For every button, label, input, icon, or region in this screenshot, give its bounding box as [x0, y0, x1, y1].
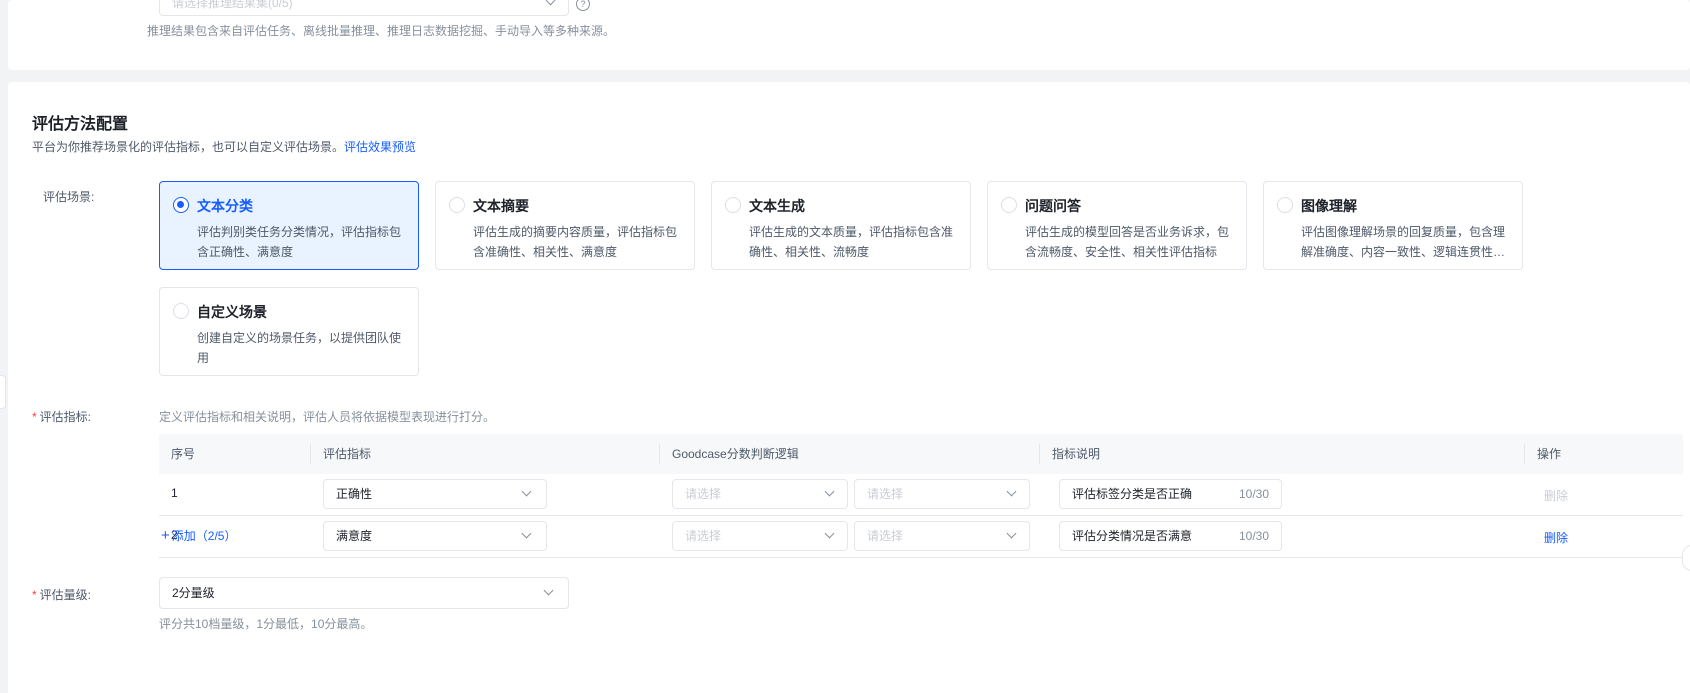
column-header-index: 序号	[171, 447, 196, 461]
level-hint: 评分共10档量级，1分最低，10分最高。	[159, 617, 373, 631]
scene-option-image-understanding[interactable]: 图像理解 评估图像理解场景的回复质量，包含理解准确度、内容一致性、逻辑连贯性、图…	[1263, 181, 1523, 270]
radio-unchecked-icon[interactable]	[1001, 197, 1017, 213]
inference-result-placeholder: 请选择推理结果集(0/5)	[172, 0, 293, 10]
radio-unchecked-icon[interactable]	[173, 303, 189, 319]
chevron-down-icon	[543, 585, 554, 596]
goodcase-logic-placeholder: 请选择	[685, 529, 722, 543]
scene-desc: 评估判别类任务分类情况，评估指标包含正确性、满意度	[197, 225, 402, 259]
scene-title: 问题问答	[1025, 198, 1081, 214]
goodcase-value-placeholder: 请选择	[867, 487, 904, 501]
column-header-goodcase-logic: Goodcase分数判断逻辑	[672, 447, 799, 461]
scene-option-custom[interactable]: 自定义场景 创建自定义的场景任务，以提供团队使用	[159, 287, 419, 376]
inference-hint: 推理结果包含来自评估任务、离线批量推理、推理日志数据挖掘、手动导入等多种来源。	[147, 24, 616, 38]
radio-checked-icon[interactable]	[173, 197, 189, 213]
goodcase-logic-select[interactable]: 请选择	[672, 479, 848, 509]
level-label: * 评估量级:	[32, 586, 91, 603]
scene-option-text-summary[interactable]: 文本摘要 评估生成的摘要内容质量，评估指标包含准确性、相关性、满意度	[435, 181, 695, 270]
scene-option-text-generation[interactable]: 文本生成 评估生成的文本质量，评估指标包含准确性、相关性、流畅度	[711, 181, 971, 270]
scene-option-qa[interactable]: 问题问答 评估生成的模型回答是否业务诉求，包含流畅度、安全性、相关性评估指标	[987, 181, 1247, 270]
radio-unchecked-icon[interactable]	[1277, 197, 1293, 213]
metric-select-value: 正确性	[336, 487, 373, 501]
delete-button[interactable]: 删除	[1544, 487, 1568, 504]
chevron-down-icon	[521, 528, 532, 539]
chevron-down-icon	[521, 486, 532, 497]
scene-desc: 评估图像理解场景的回复质量，包含理解准确度、内容一致性、逻辑连贯性、图文相关性等…	[1301, 225, 1506, 259]
section-title: 评估方法配置	[32, 116, 129, 133]
evaluation-method-section: 评估方法配置 平台为你推荐场景化的评估指标，也可以自定义评估场景。评估效果预览 …	[8, 82, 1690, 693]
side-collapse-handle[interactable]	[0, 375, 6, 409]
table-row: 2 满意度 请选择 请选择 评估分类情况是否满意 10/30 删除	[159, 516, 1683, 558]
section-desc-text: 平台为你推荐场景化的评估指标，也可以自定义评估场景。	[32, 140, 345, 154]
required-mark: *	[32, 588, 37, 602]
chevron-down-icon	[824, 486, 835, 497]
metric-select-value: 满意度	[336, 529, 373, 543]
goodcase-value-select[interactable]: 请选择	[854, 521, 1030, 551]
plus-icon: +	[161, 527, 170, 544]
level-select[interactable]: 2分量级	[159, 577, 569, 609]
level-select-value: 2分量级	[172, 586, 215, 600]
help-icon[interactable]: ?	[576, 0, 590, 11]
metric-select[interactable]: 满意度	[323, 521, 547, 551]
chevron-down-icon	[545, 0, 556, 6]
scene-desc: 评估生成的文本质量，评估指标包含准确性、相关性、流畅度	[749, 225, 954, 259]
scene-title: 文本摘要	[473, 198, 529, 214]
scene-title: 自定义场景	[197, 304, 267, 320]
section-description: 平台为你推荐场景化的评估指标，也可以自定义评估场景。评估效果预览	[32, 138, 416, 155]
delete-button[interactable]: 删除	[1544, 529, 1568, 546]
scene-title: 文本分类	[197, 198, 253, 214]
row-index: 1	[171, 486, 178, 500]
goodcase-logic-placeholder: 请选择	[685, 487, 722, 501]
add-metric-button[interactable]: + 添加（2/5）	[161, 527, 236, 544]
scene-desc: 创建自定义的场景任务，以提供团队使用	[197, 331, 402, 365]
char-counter: 10/30	[1238, 529, 1269, 543]
metric-description-input[interactable]: 评估分类情况是否满意 10/30	[1059, 521, 1282, 551]
table-header: 序号 评估指标 Goodcase分数判断逻辑 指标说明 操作	[159, 434, 1683, 474]
scene-desc: 评估生成的模型回答是否业务诉求，包含流畅度、安全性、相关性评估指标	[1025, 225, 1230, 259]
metrics-label-text: 评估指标:	[39, 410, 92, 424]
metric-description-input[interactable]: 评估标签分类是否正确 10/30	[1059, 479, 1282, 509]
metrics-label: * 评估指标:	[32, 408, 91, 425]
inference-section: 请选择推理结果集(0/5) ? 推理结果包含来自评估任务、离线批量推理、推理日志…	[8, 0, 1690, 70]
scene-option-text-classification[interactable]: 文本分类 评估判别类任务分类情况，评估指标包含正确性、满意度	[159, 181, 419, 270]
metrics-hint: 定义评估指标和相关说明，评估人员将依据模型表现进行打分。	[159, 410, 496, 424]
floating-helper-button[interactable]	[1682, 545, 1690, 571]
scene-title: 文本生成	[749, 198, 805, 214]
metric-description-value: 评估分类情况是否满意	[1072, 529, 1193, 543]
metric-select[interactable]: 正确性	[323, 479, 547, 509]
level-label-text: 评估量级:	[39, 588, 92, 602]
goodcase-logic-select[interactable]: 请选择	[672, 521, 848, 551]
preview-link[interactable]: 评估效果预览	[344, 140, 416, 154]
scene-desc: 评估生成的摘要内容质量，评估指标包含准确性、相关性、满意度	[473, 225, 678, 259]
scene-title: 图像理解	[1301, 198, 1357, 214]
chevron-down-icon	[1006, 486, 1017, 497]
chevron-down-icon	[824, 528, 835, 539]
char-counter: 10/30	[1238, 487, 1269, 501]
metric-description-value: 评估标签分类是否正确	[1072, 487, 1193, 501]
required-mark: *	[32, 410, 37, 424]
add-metric-label: 添加（2/5）	[171, 529, 237, 543]
radio-unchecked-icon[interactable]	[725, 197, 741, 213]
table-row: 1 正确性 请选择 请选择 评估标签分类是否正确 10/30 删除	[159, 474, 1683, 516]
goodcase-value-select[interactable]: 请选择	[854, 479, 1030, 509]
column-header-actions: 操作	[1537, 447, 1562, 461]
column-header-metric: 评估指标	[323, 447, 372, 461]
column-header-metric-desc: 指标说明	[1052, 447, 1101, 461]
scene-label: 评估场景:	[43, 190, 95, 204]
chevron-down-icon	[1006, 528, 1017, 539]
radio-unchecked-icon[interactable]	[449, 197, 465, 213]
goodcase-value-placeholder: 请选择	[867, 529, 904, 543]
inference-result-select[interactable]: 请选择推理结果集(0/5)	[159, 0, 569, 16]
